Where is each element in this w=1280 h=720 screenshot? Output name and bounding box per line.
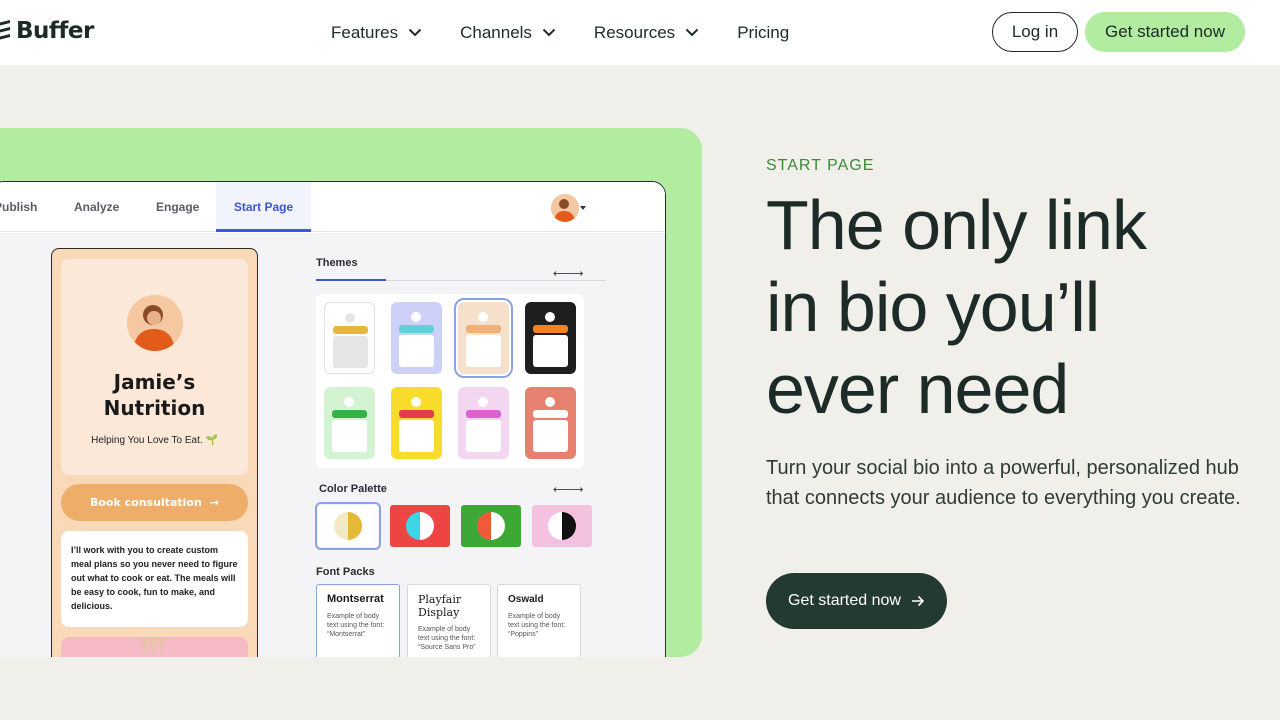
- book-consultation-label: Book consultation: [89, 496, 202, 509]
- section-eyebrow: START PAGE: [766, 157, 875, 174]
- phone-preview: Jamie’s Nutrition Helping You Love To Ea…: [51, 248, 258, 657]
- nav-item-label: Features: [331, 22, 399, 42]
- font-pack-montserrat[interactable]: Montserrat Example of body text using th…: [316, 584, 400, 657]
- tab-analyze[interactable]: Analyze: [74, 182, 119, 232]
- theme-option-1[interactable]: [324, 302, 375, 374]
- arrow-right-icon: [911, 595, 925, 607]
- nav-links: Features Channels Resources Pricing: [331, 0, 827, 65]
- hero-visual-panel: Publish Analyze Engage Start Page: [0, 128, 702, 657]
- food-photo: [141, 637, 165, 657]
- nav-item-features[interactable]: Features: [331, 23, 422, 43]
- theme-option-5[interactable]: [324, 387, 375, 459]
- nav-item-channels[interactable]: Channels: [460, 23, 556, 43]
- profile-header: Jamie’s Nutrition Helping You Love To Ea…: [61, 259, 248, 475]
- theme-option-7[interactable]: [458, 387, 509, 459]
- caret-down-icon[interactable]: [580, 206, 586, 210]
- nav-item-label: Channels: [460, 22, 532, 42]
- profile-avatar: [127, 295, 183, 351]
- tab-start-page[interactable]: Start Page: [216, 182, 311, 232]
- hero-subcopy: Turn your social bio into a powerful, pe…: [766, 457, 1241, 509]
- palette-option-4[interactable]: [532, 505, 592, 547]
- palette-option-3[interactable]: [461, 505, 521, 547]
- font-pack-name: Montserrat: [327, 593, 384, 605]
- tab-engage[interactable]: Engage: [156, 182, 199, 232]
- chevron-down-icon: [542, 28, 556, 37]
- profile-description-card: I’ll work with you to create custom meal…: [61, 531, 248, 627]
- person-photo: [551, 194, 579, 222]
- headline-line: in bio you’ll: [766, 268, 1100, 346]
- theme-option-3[interactable]: [454, 298, 513, 378]
- get-started-button-hero[interactable]: Get started now: [766, 573, 947, 629]
- nav-item-pricing[interactable]: Pricing: [737, 23, 789, 43]
- font-pack-playfair[interactable]: Playfair Display Example of body text us…: [407, 584, 491, 657]
- font-pack-name: Playfair Display: [418, 593, 462, 619]
- person-photo: [127, 295, 183, 351]
- palette-option-2[interactable]: [390, 505, 450, 547]
- headline-line: The only link: [766, 186, 1147, 264]
- app-window-mockup: Publish Analyze Engage Start Page: [0, 181, 666, 657]
- font-pack-description: Example of body text using the font: “So…: [418, 626, 476, 651]
- font-pack-oswald[interactable]: Oswald Example of body text using the fo…: [497, 584, 581, 657]
- themes-nav-arrows[interactable]: ⟵⟶: [553, 267, 584, 280]
- buffer-logo[interactable]: Buffer: [0, 18, 94, 44]
- login-button[interactable]: Log in: [992, 12, 1078, 52]
- themes-label: Themes: [316, 257, 358, 269]
- app-tab-bar: Publish Analyze Engage Start Page: [0, 182, 665, 232]
- chevron-down-icon: [408, 28, 422, 37]
- nav-item-label: Pricing: [737, 22, 790, 42]
- color-palette-label: Color Palette: [319, 483, 387, 495]
- profile-image-tile[interactable]: [61, 637, 248, 657]
- buffer-stack-icon: [0, 20, 10, 40]
- font-packs-label: Font Packs: [316, 566, 375, 578]
- top-navigation: Buffer Features Channels Resources Prici…: [0, 0, 1280, 65]
- headline-line: ever need: [766, 350, 1069, 428]
- hero-headline: The only link in bio you’ll ever need: [766, 184, 1266, 430]
- themes-active-indicator: [316, 279, 386, 281]
- profile-name: Jamie’s Nutrition: [103, 370, 206, 420]
- chevron-down-icon: [685, 28, 699, 37]
- palette-option-1[interactable]: [315, 502, 381, 550]
- font-pack-description: Example of body text using the font: “Mo…: [327, 613, 385, 638]
- nav-item-label: Resources: [593, 22, 676, 42]
- user-avatar[interactable]: [551, 194, 579, 222]
- profile-tagline: Helping You Love To Eat. 🌱: [91, 435, 218, 446]
- palette-nav-arrows[interactable]: ⟵⟶: [553, 483, 584, 496]
- arrow-right-icon: →: [209, 496, 220, 509]
- brand-name: Buffer: [16, 18, 94, 44]
- font-pack-name: Oswald: [508, 594, 544, 605]
- nav-item-resources[interactable]: Resources: [594, 23, 699, 43]
- get-started-button-nav[interactable]: Get started now: [1085, 12, 1245, 52]
- tab-publish[interactable]: Publish: [0, 182, 37, 232]
- theme-option-4[interactable]: [525, 302, 576, 374]
- theme-option-8[interactable]: [525, 387, 576, 459]
- theme-option-2[interactable]: [391, 302, 442, 374]
- theme-option-6[interactable]: [391, 387, 442, 459]
- themes-grid: [316, 294, 584, 468]
- start-page-editor: Jamie’s Nutrition Helping You Love To Ea…: [0, 233, 665, 657]
- color-palette-options: [315, 502, 596, 550]
- font-pack-description: Example of body text using the font: “Po…: [508, 613, 566, 638]
- book-consultation-button[interactable]: Book consultation →: [61, 484, 248, 521]
- cta-label: Get started now: [788, 592, 901, 609]
